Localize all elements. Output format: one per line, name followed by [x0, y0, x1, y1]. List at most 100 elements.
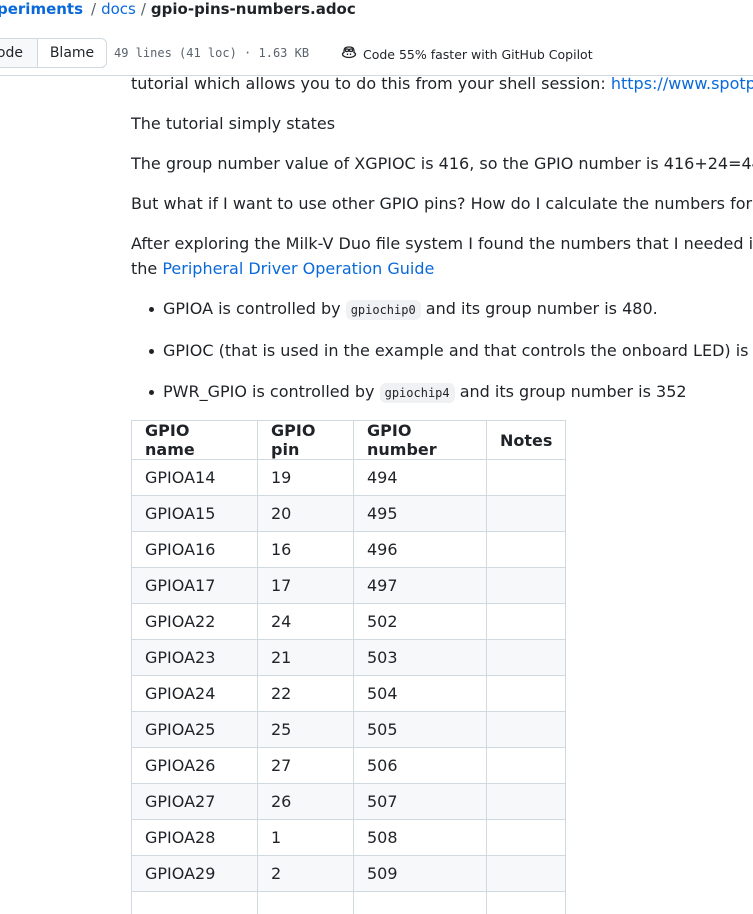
copilot-label: Code 55% faster with GitHub Copilot — [363, 46, 593, 62]
cell-gpio-pin: 16 — [257, 531, 354, 568]
cell-gpio-pin: 2 — [257, 855, 354, 892]
cell-gpio-name: GPIOA26 — [131, 747, 258, 784]
table-row: GPIOA15 20 495 — [131, 495, 567, 532]
cell-notes — [485, 567, 567, 604]
cell-notes — [485, 747, 567, 784]
list-item-text: and its group number is 480. — [420, 299, 658, 318]
peripheral-guide-link[interactable]: Peripheral Driver Operation Guide — [162, 259, 434, 278]
cell-gpio-pin: 22 — [257, 675, 354, 712]
copilot-promo[interactable]: Code 55% faster with GitHub Copilot — [341, 44, 593, 65]
paragraph-guide: the Peripheral Driver Operation Guide — [131, 256, 434, 281]
table-row: GPIOA27 26 507 — [131, 783, 567, 820]
cell-gpio-number: 503 — [353, 639, 487, 676]
cell-notes — [485, 783, 567, 820]
breadcrumb-separator: / — [91, 0, 97, 18]
column-header-gpio-pin: GPIO pin — [257, 420, 354, 460]
paragraph-group-number: The group number value of XGPIOC is 416,… — [131, 154, 753, 173]
cell-notes — [485, 495, 567, 532]
cell-gpio-name: GPIOA22 — [131, 603, 258, 640]
cell-notes — [485, 531, 567, 568]
cell-gpio-number: 506 — [353, 747, 487, 784]
cell-gpio-name: GPIOA25 — [131, 711, 258, 748]
cell-gpio-name: GPIOA27 — [131, 783, 258, 820]
cell-gpio-number: 495 — [353, 495, 487, 532]
table-row — [131, 891, 567, 914]
cell-gpio-name: GPIOA14 — [131, 459, 258, 496]
cell-gpio-name: GPIOA28 — [131, 819, 258, 856]
cell-gpio-pin: 17 — [257, 567, 354, 604]
file-meta: 49 lines (41 loc) · 1.63 KB — [114, 46, 310, 60]
column-header-gpio-name: GPIO name — [131, 420, 258, 460]
table-row: GPIOA22 24 502 — [131, 603, 567, 640]
cell-gpio-name: GPIOA23 — [131, 639, 258, 676]
breadcrumb-repo-link[interactable]: periments — [0, 0, 83, 18]
cell-notes — [485, 639, 567, 676]
paragraph-states: The tutorial simply states — [131, 114, 336, 133]
cell-gpio-pin: 21 — [257, 639, 354, 676]
inline-code: gpiochip0 — [345, 300, 421, 320]
column-header-notes: Notes — [485, 420, 567, 460]
file-view: periments / docs / gpio-pins-numbers.adoc od… — [0, 0, 753, 914]
list-item-text: GPIOA is controlled by — [163, 299, 346, 318]
table-row: GPIOA25 25 505 — [131, 711, 567, 748]
bullet-dot — [149, 349, 154, 354]
cell-gpio-number: 509 — [353, 855, 487, 892]
cell-notes — [485, 855, 567, 892]
cell-gpio-number: 496 — [353, 531, 487, 568]
cell-gpio-pin: 1 — [257, 819, 354, 856]
breadcrumb-docs-link[interactable]: docs — [101, 0, 136, 18]
table-row: GPIOA16 16 496 — [131, 531, 567, 568]
cell-gpio-number: 502 — [353, 603, 487, 640]
cell-gpio-pin: 24 — [257, 603, 354, 640]
cell-notes — [485, 459, 567, 496]
table-row: GPIOA17 17 497 — [131, 567, 567, 604]
bullet-dot — [149, 307, 154, 312]
cell-gpio-number: 494 — [353, 459, 487, 496]
bullet-dot — [149, 390, 154, 395]
spotpear-link[interactable]: https://www.spotpear.c — [611, 74, 753, 93]
paragraph-text: tutorial which allows you to do this fro… — [131, 74, 611, 93]
inline-code: gpiochip4 — [379, 383, 455, 403]
paragraph-exploring: After exploring the Milk-V Duo file syst… — [131, 234, 753, 253]
list-item-text: PWR_GPIO is controlled by — [163, 382, 380, 401]
cell-gpio-pin: 27 — [257, 747, 354, 784]
cell-notes — [485, 891, 567, 914]
table-header-row: GPIO name GPIO pin GPIO number Notes — [131, 420, 567, 460]
column-header-gpio-number: GPIO number — [353, 420, 487, 460]
cell-gpio-number: 505 — [353, 711, 487, 748]
paragraph-text: the — [131, 259, 163, 278]
cell-notes — [485, 603, 567, 640]
cell-notes — [485, 675, 567, 712]
cell-gpio-name: GPIOA17 — [131, 567, 258, 604]
cell-notes — [485, 711, 567, 748]
blame-view-button[interactable]: Blame — [37, 38, 107, 68]
cell-gpio-name: GPIOA15 — [131, 495, 258, 532]
table-row: GPIOA23 21 503 — [131, 639, 567, 676]
breadcrumb-current-file: gpio-pins-numbers.adoc — [150, 0, 356, 18]
table-row: GPIOA26 27 506 — [131, 747, 567, 784]
cell-gpio-pin: 19 — [257, 459, 354, 496]
breadcrumb: periments / docs / gpio-pins-numbers.adoc — [0, 0, 356, 18]
cell-gpio-pin: 20 — [257, 495, 354, 532]
cell-gpio-number: 508 — [353, 819, 487, 856]
cell-gpio-pin: 26 — [257, 783, 354, 820]
cell-notes — [485, 819, 567, 856]
code-view-button[interactable]: ode — [0, 38, 38, 68]
table-body: GPIOA14 19 494 GPIOA15 20 495 GPIOA16 16 496 GPIO… — [131, 459, 567, 914]
table-row: GPIOA28 1 508 — [131, 819, 567, 856]
paragraph-question: But what if I want to use other GPIO pin… — [131, 194, 753, 213]
table-row: GPIOA24 22 504 — [131, 675, 567, 712]
cell-gpio-name: GPIOA29 — [131, 855, 258, 892]
breadcrumb-separator: / — [140, 0, 146, 18]
table-row: GPIOA29 2 509 — [131, 855, 567, 892]
file-toolbar: ode Blame 49 lines (41 loc) · 1.63 KB Co… — [0, 28, 753, 76]
table-row: GPIOA14 19 494 — [131, 459, 567, 496]
list-item-text: and its group number is 352 — [454, 382, 687, 401]
cell-gpio-name — [131, 891, 258, 914]
cell-gpio-pin: 25 — [257, 711, 354, 748]
cell-gpio-name: GPIOA24 — [131, 675, 258, 712]
cell-gpio-number: 497 — [353, 567, 487, 604]
list-item-text: GPIOC (that is used in the example and t… — [163, 341, 753, 360]
gpio-table: GPIO name GPIO pin GPIO number Notes GPI… — [131, 420, 567, 914]
cell-gpio-name: GPIOA16 — [131, 531, 258, 568]
